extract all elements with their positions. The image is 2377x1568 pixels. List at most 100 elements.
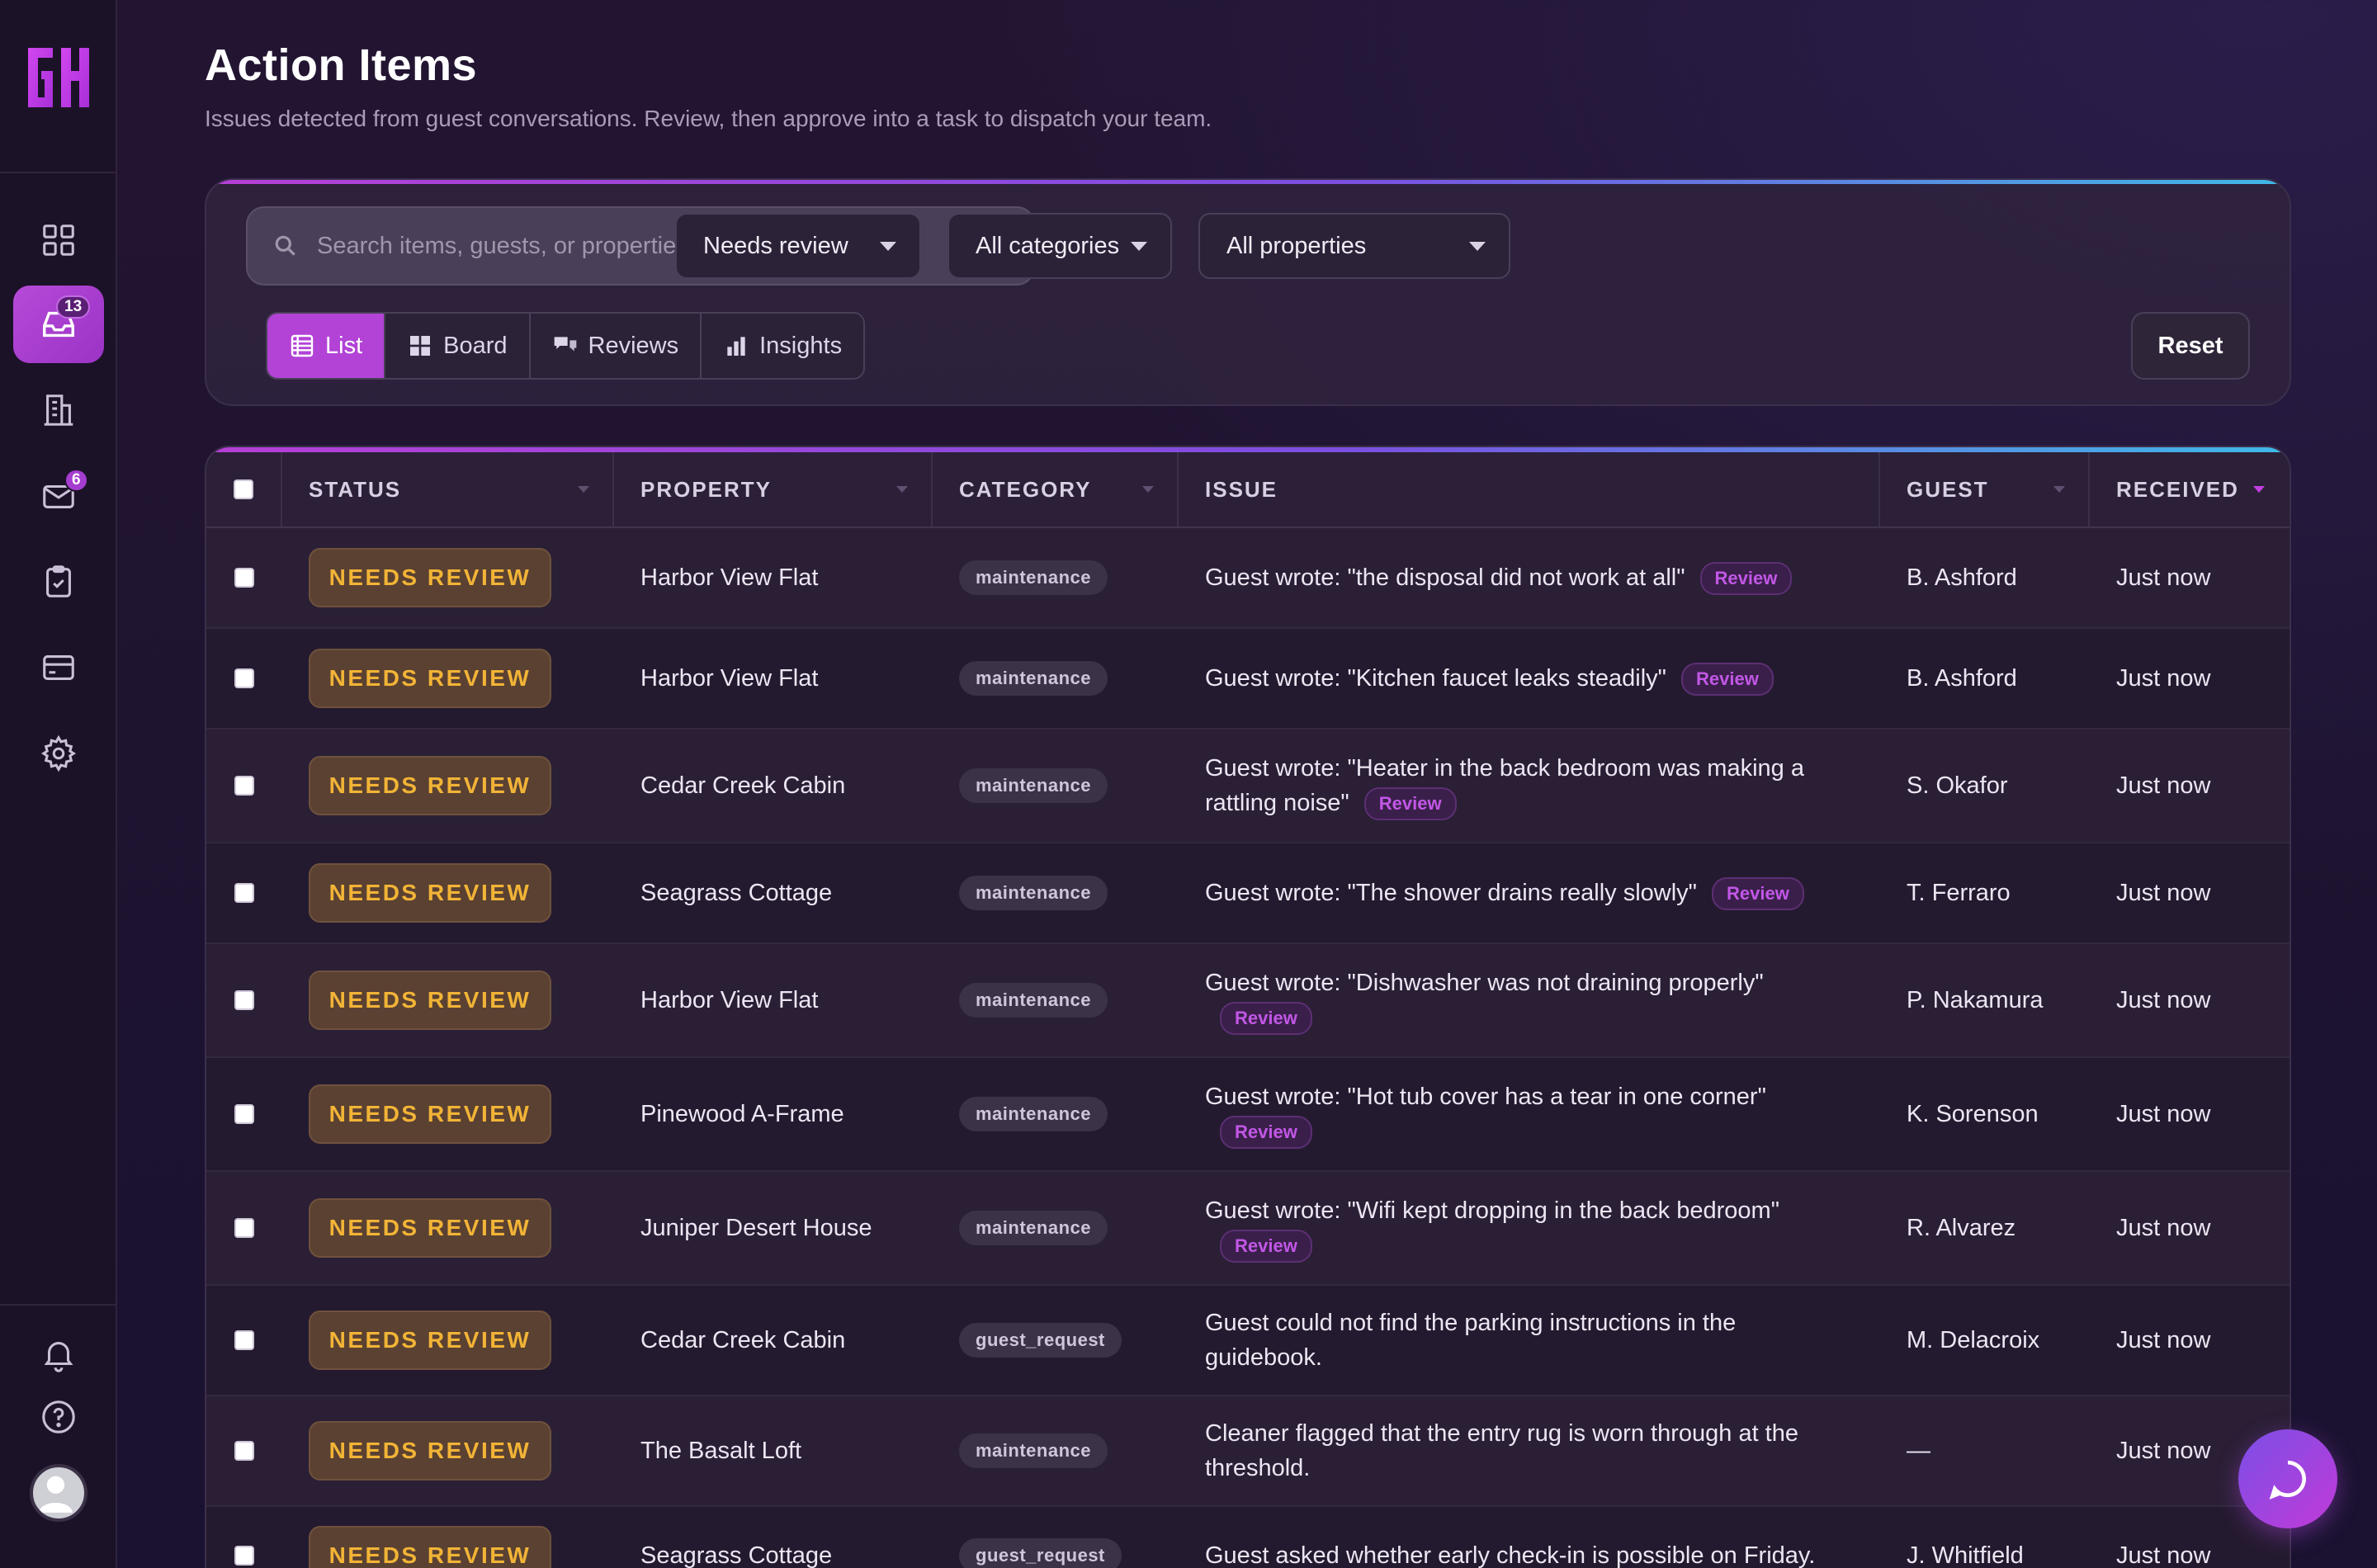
property-cell: Juniper Desert House <box>640 1214 872 1241</box>
received-cell: Just now <box>2116 772 2211 799</box>
row-checkbox[interactable] <box>234 568 254 588</box>
review-tag[interactable]: Review <box>1711 877 1804 911</box>
review-tag[interactable]: Review <box>1363 787 1457 821</box>
chat-button[interactable] <box>2238 1429 2337 1528</box>
user-silhouette-icon <box>39 1476 73 1513</box>
issue-cell: Guest could not find the parking instruc… <box>1179 1306 1880 1375</box>
row-select-cell <box>206 1441 282 1461</box>
credit-card-icon <box>43 655 74 680</box>
panel-accent-line <box>206 180 2290 184</box>
tab-insights[interactable]: Insights <box>702 314 864 378</box>
row-checkbox[interactable] <box>234 1441 254 1461</box>
column-category[interactable]: CATEGORY <box>933 452 1179 527</box>
received-cell: Just now <box>2116 1542 2211 1568</box>
property-cell: Cedar Creek Cabin <box>640 772 846 799</box>
reset-button[interactable]: Reset <box>2131 312 2250 380</box>
building-icon <box>44 394 73 426</box>
tab-board[interactable]: Board <box>385 314 531 378</box>
row-checkbox[interactable] <box>234 776 254 796</box>
status-badge[interactable]: NEEDS REVIEW <box>309 1526 551 1568</box>
status-badge[interactable]: NEEDS REVIEW <box>309 756 551 815</box>
nav-messages[interactable]: 6 <box>13 457 104 535</box>
category-filter-select[interactable]: All categories <box>947 213 1172 279</box>
select-all-checkbox[interactable] <box>234 479 253 499</box>
table-row[interactable]: NEEDS REVIEW Harbor View Flat maintenance G… <box>206 528 2290 629</box>
status-filter-select[interactable]: Needs review <box>675 213 921 279</box>
row-checkbox[interactable] <box>234 990 254 1010</box>
chat-bubble-icon <box>2269 1460 2306 1500</box>
status-cell: NEEDS REVIEW <box>282 1084 614 1144</box>
status-badge[interactable]: NEEDS REVIEW <box>309 1084 551 1144</box>
guest-cell: R. Alvarez <box>1907 1214 2016 1241</box>
category-cell: guest_request <box>933 1323 1179 1358</box>
nav-settings[interactable] <box>13 715 104 792</box>
issue-cell: Cleaner flagged that the entry rug is wo… <box>1179 1416 1880 1485</box>
column-guest[interactable]: GUEST <box>1880 452 2090 527</box>
status-cell: NEEDS REVIEW <box>282 548 614 607</box>
nav-inbox[interactable]: 13 <box>13 286 104 363</box>
column-status[interactable]: STATUS <box>282 452 614 527</box>
category-cell: maintenance <box>933 983 1179 1018</box>
table-row[interactable]: NEEDS REVIEW The Basalt Loft maintenance Cl… <box>206 1396 2290 1507</box>
sidebar: 13 6 <box>0 0 117 1568</box>
table-row[interactable]: NEEDS REVIEW Harbor View Flat maintenance G… <box>206 629 2290 730</box>
nav-billing[interactable] <box>13 629 104 706</box>
review-tag[interactable]: Review <box>1220 1002 1312 1036</box>
category-badge: maintenance <box>959 1433 1108 1468</box>
status-badge[interactable]: NEEDS REVIEW <box>309 863 551 923</box>
column-property[interactable]: PROPERTY <box>614 452 933 527</box>
issue-text: Guest wrote: "The shower drains really s… <box>1205 879 1697 906</box>
status-badge[interactable]: NEEDS REVIEW <box>309 1198 551 1258</box>
row-select-cell <box>206 883 282 903</box>
row-checkbox[interactable] <box>234 1218 254 1238</box>
row-select-cell <box>206 668 282 688</box>
status-badge[interactable]: NEEDS REVIEW <box>309 548 551 607</box>
status-badge[interactable]: NEEDS REVIEW <box>309 1311 551 1370</box>
filter-panel: Needs review All categories All properti… <box>205 178 2291 406</box>
messages-count-badge: 6 <box>64 469 88 492</box>
row-checkbox[interactable] <box>234 883 254 903</box>
review-tag[interactable]: Review <box>1680 663 1774 697</box>
user-avatar[interactable] <box>30 1464 87 1522</box>
issue-cell: Guest wrote: "Dishwasher was not drainin… <box>1179 966 1880 1036</box>
nav-tasks[interactable] <box>13 543 104 621</box>
row-checkbox[interactable] <box>234 668 254 688</box>
review-tag[interactable]: Review <box>1220 1230 1312 1263</box>
tab-reviews[interactable]: Reviews <box>530 314 702 378</box>
category-cell: guest_request <box>933 1538 1179 1568</box>
received-cell: Just now <box>2116 564 2211 591</box>
table-row[interactable]: NEEDS REVIEW Cedar Creek Cabin maintenance… <box>206 730 2290 843</box>
tab-list[interactable]: List <box>267 314 386 378</box>
column-issue[interactable]: ISSUE <box>1179 452 1880 527</box>
nav-dashboard[interactable] <box>13 201 104 279</box>
status-badge[interactable]: NEEDS REVIEW <box>309 649 551 708</box>
table-row[interactable]: NEEDS REVIEW Harbor View Flat maintenance G… <box>206 944 2290 1058</box>
status-badge[interactable]: NEEDS REVIEW <box>309 1421 551 1481</box>
property-filter-select[interactable]: All properties <box>1198 213 1510 279</box>
issue-cell: Guest asked whether early check-in is po… <box>1179 1538 1880 1568</box>
review-tag[interactable]: Review <box>1220 1116 1312 1150</box>
column-received[interactable]: RECEIVED <box>2090 452 2288 527</box>
row-checkbox[interactable] <box>234 1330 254 1350</box>
app-logo[interactable] <box>25 43 94 112</box>
status-badge[interactable]: NEEDS REVIEW <box>309 971 551 1030</box>
nav-help[interactable] <box>13 1378 104 1456</box>
status-cell: NEEDS REVIEW <box>282 756 614 815</box>
table-row[interactable]: NEEDS REVIEW Cedar Creek Cabin guest_reque… <box>206 1286 2290 1396</box>
review-tag[interactable]: Review <box>1699 562 1793 596</box>
table-row[interactable]: NEEDS REVIEW Seagrass Cottage maintenance G… <box>206 843 2290 944</box>
nav-properties[interactable] <box>13 371 104 449</box>
row-select-cell <box>206 1104 282 1124</box>
guest-cell: B. Ashford <box>1907 564 2017 591</box>
row-checkbox[interactable] <box>234 1546 254 1566</box>
table-row[interactable]: NEEDS REVIEW Pinewood A-Frame maintenance G… <box>206 1058 2290 1172</box>
table-row[interactable]: NEEDS REVIEW Juniper Desert House maintena… <box>206 1172 2290 1286</box>
grid-icon <box>43 224 74 256</box>
row-checkbox[interactable] <box>234 1104 254 1124</box>
category-cell: maintenance <box>933 661 1179 696</box>
page-title: Action Items <box>205 40 478 90</box>
category-badge: maintenance <box>959 661 1108 696</box>
issue-text: Guest wrote: "the disposal did not work … <box>1205 564 1685 591</box>
received-cell: Just now <box>2116 1326 2211 1353</box>
table-row[interactable]: NEEDS REVIEW Seagrass Cottage guest_reques… <box>206 1507 2290 1568</box>
